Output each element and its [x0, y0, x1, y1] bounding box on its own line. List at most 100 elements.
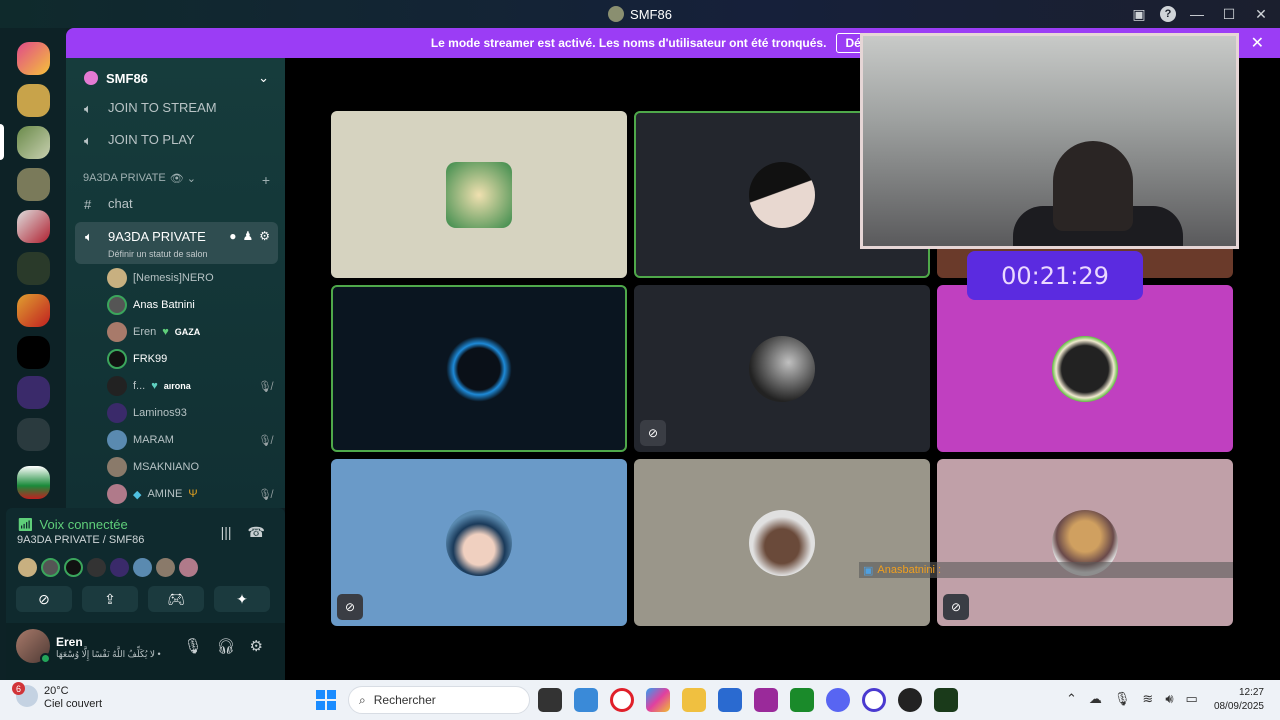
participant-tile[interactable]: ⊘: [634, 285, 930, 452]
server-header[interactable]: SMF86 ⌄: [84, 70, 269, 86]
server-icon[interactable]: [17, 168, 50, 201]
discord-icon[interactable]: [826, 688, 850, 712]
chat-bubble-icon[interactable]: ●: [229, 229, 236, 243]
webcam-figure: [1053, 141, 1133, 231]
server-icon[interactable]: [17, 210, 50, 243]
inbox-icon[interactable]: ▣: [1128, 4, 1150, 24]
channel-join-to-stream[interactable]: 🔈︎ JOIN TO STREAM: [84, 100, 217, 116]
participant-tile[interactable]: [331, 285, 627, 452]
voice-user[interactable]: Anas Batnini: [107, 295, 272, 315]
minimize-button[interactable]: —: [1186, 4, 1208, 24]
avatar[interactable]: [110, 558, 129, 577]
clock-time: 12:27: [1238, 687, 1264, 698]
voice-user[interactable]: MARAM 🎙︎̸: [107, 430, 272, 450]
username[interactable]: Eren: [56, 635, 83, 649]
participant-tile[interactable]: [331, 111, 627, 278]
microphone-icon[interactable]: 🎙︎: [183, 637, 202, 655]
app-icon[interactable]: [754, 688, 778, 712]
avatar[interactable]: [156, 558, 175, 577]
server-folder[interactable]: [17, 418, 50, 451]
server-icon[interactable]: [17, 376, 50, 409]
voice-status[interactable]: 📶︎ Voix connectée: [17, 517, 128, 533]
chevron-up-icon[interactable]: ⌃: [1066, 691, 1077, 707]
activities-button[interactable]: 🎮︎: [148, 586, 204, 612]
opera-icon[interactable]: [610, 688, 634, 712]
photos-icon[interactable]: [574, 688, 598, 712]
file-explorer-icon[interactable]: [682, 688, 706, 712]
voice-user[interactable]: FRK99: [107, 349, 272, 369]
voice-user[interactable]: [Nemesis]NERO: [107, 268, 272, 288]
copilot-icon[interactable]: [646, 688, 670, 712]
participant-tile[interactable]: ⊘: [937, 459, 1233, 626]
obs-icon[interactable]: [898, 688, 922, 712]
gear-icon[interactable]: ⚙: [259, 229, 270, 243]
chevron-down-icon: ⌄: [258, 70, 269, 85]
category-header[interactable]: 9A3DA PRIVATE 👁︎ ⌄ +: [83, 172, 270, 188]
volume-icon[interactable]: 🔊︎: [1165, 691, 1173, 707]
server-icon-smf86[interactable]: [17, 126, 50, 159]
server-icon[interactable]: [17, 466, 50, 499]
server-icon[interactable]: [17, 84, 50, 117]
avatar[interactable]: [179, 558, 198, 577]
stream-timer: 00:21:29: [967, 251, 1143, 300]
headphones-icon[interactable]: 🎧︎: [217, 637, 236, 655]
channel-sidebar: SMF86 ⌄ 🔈︎ JOIN TO STREAM 🔈︎ JOIN TO PLA…: [66, 58, 285, 508]
avatar: [749, 335, 815, 402]
server-icon[interactable]: [17, 294, 50, 327]
store-icon[interactable]: [718, 688, 742, 712]
voice-user[interactable]: Laminos93: [107, 403, 272, 423]
avatar: [1052, 335, 1118, 402]
channel-chat[interactable]: # chat: [84, 196, 133, 212]
xbox-icon[interactable]: [790, 688, 814, 712]
server-icon[interactable]: [17, 336, 50, 369]
avatar: [107, 457, 127, 477]
avatar: [107, 376, 127, 396]
voice-user[interactable]: Eren ♥ GAZA: [107, 322, 272, 342]
microphone-icon[interactable]: 🎙︎: [1114, 691, 1131, 707]
help-icon[interactable]: ?: [1160, 6, 1176, 22]
close-banner-icon[interactable]: ✕: [1251, 33, 1264, 53]
voice-user[interactable]: ◆ AMINE Ψ 🎙︎̸: [107, 484, 272, 504]
cloud-icon[interactable]: ☁: [1089, 691, 1102, 707]
server-icon[interactable]: [17, 252, 50, 285]
participant-tile[interactable]: ⊘: [331, 459, 627, 626]
noise-suppression-icon[interactable]: |||: [221, 524, 232, 541]
participant-tile[interactable]: [937, 285, 1233, 452]
camera-off-button[interactable]: ⊘: [16, 586, 72, 612]
avatar[interactable]: [64, 558, 83, 577]
channel-join-to-play[interactable]: 🔈︎ JOIN TO PLAY: [84, 132, 195, 148]
avatar[interactable]: [18, 558, 37, 577]
task-view-icon[interactable]: [538, 688, 562, 712]
gear-icon[interactable]: ⚙: [250, 637, 263, 655]
add-channel-icon[interactable]: +: [262, 172, 270, 188]
wifi-icon[interactable]: ≋: [1142, 691, 1153, 707]
voice-user[interactable]: MSAKNIANO: [107, 457, 272, 477]
windows-start-icon[interactable]: [316, 690, 336, 710]
voice-user-name: AMINE: [147, 488, 183, 500]
avatar[interactable]: [133, 558, 152, 577]
search-placeholder: Rechercher: [373, 693, 436, 707]
voice-location[interactable]: 9A3DA PRIVATE / SMF86: [17, 534, 144, 546]
screen-share-button[interactable]: ⇪: [82, 586, 138, 612]
avatar[interactable]: [87, 558, 106, 577]
app-icon[interactable]: [934, 688, 958, 712]
participant-tile[interactable]: [634, 459, 930, 626]
battery-icon[interactable]: ▭: [1186, 691, 1198, 707]
channel-status-hint[interactable]: Définir un statut de salon: [108, 249, 208, 259]
invite-icon[interactable]: ♟: [242, 229, 253, 243]
taskbar-search[interactable]: ⌕ Rechercher: [348, 686, 530, 714]
opera-gx-icon[interactable]: [862, 688, 886, 712]
voice-user-name: Laminos93: [133, 407, 187, 419]
server-icon[interactable]: [17, 42, 50, 75]
maximize-button[interactable]: ☐: [1218, 4, 1240, 24]
avatar[interactable]: [41, 558, 60, 577]
active-voice-channel[interactable]: 🔈︎ 9A3DA PRIVATE Définir un statut de sa…: [75, 222, 278, 264]
window-titlebar: SMF86 ▣ ? — ☐ ✕: [0, 0, 1280, 28]
voice-user[interactable]: f... ♥ aırona 🎙︎̸: [107, 376, 272, 396]
soundboard-button[interactable]: ✦: [214, 586, 270, 612]
disconnect-icon[interactable]: ☎: [248, 524, 265, 541]
clock[interactable]: 12:27 08/09/2025: [1214, 686, 1264, 714]
weather-widget[interactable]: 6 20°C Ciel couvert: [12, 682, 102, 711]
close-window-button[interactable]: ✕: [1250, 4, 1272, 24]
hash-icon: #: [84, 196, 92, 212]
